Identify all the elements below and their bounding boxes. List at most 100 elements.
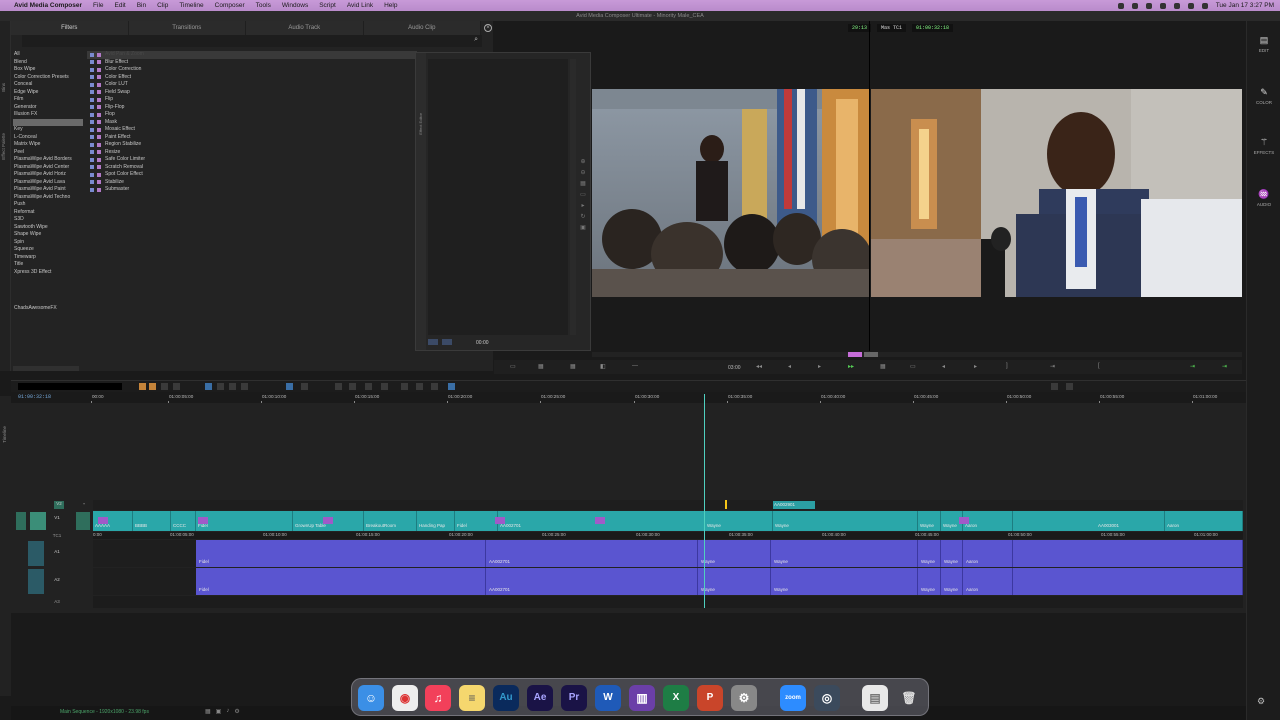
- clip-v1[interactable]: [364, 511, 417, 531]
- search-icon[interactable]: ⌕: [474, 36, 478, 44]
- effect-icon[interactable]: [959, 517, 969, 524]
- excel-icon[interactable]: X: [663, 685, 689, 711]
- close-icon[interactable]: ×: [484, 24, 492, 32]
- effect-icon[interactable]: [495, 517, 505, 524]
- track-a3-label[interactable]: A3: [48, 599, 66, 604]
- tool-button[interactable]: [241, 383, 248, 390]
- category-item[interactable]: S3D: [13, 216, 83, 224]
- rewind-icon[interactable]: ◂◂: [756, 363, 762, 370]
- split-icon[interactable]: ◧: [600, 363, 606, 370]
- audio-clip[interactable]: Wayne: [698, 540, 771, 567]
- quicktime-icon[interactable]: ◎: [814, 685, 840, 711]
- source-menu-icon[interactable]: ▭: [510, 363, 516, 370]
- clip-v1[interactable]: [1165, 511, 1243, 531]
- overwrite-icon[interactable]: ⇥: [1222, 363, 1227, 370]
- track-monitor-v1[interactable]: [16, 512, 26, 530]
- audio-clip[interactable]: Fidel: [196, 540, 486, 567]
- clip-v1[interactable]: [455, 511, 498, 531]
- tool-button[interactable]: [448, 383, 455, 390]
- search-icon[interactable]: [1187, 2, 1194, 9]
- timeline-ruler[interactable]: 00:00 01:00:05:00 01:00:10:00 01:00:15:00 01…: [91, 394, 1242, 404]
- category-item[interactable]: Peel: [13, 149, 83, 157]
- track-v1-source[interactable]: [30, 512, 46, 530]
- control-center-icon[interactable]: [1201, 2, 1208, 9]
- category-item[interactable]: Push: [13, 201, 83, 209]
- menu-clip[interactable]: Clip: [157, 2, 168, 9]
- settings-icon[interactable]: ⚙: [234, 708, 239, 715]
- effect-item[interactable]: Submaster: [87, 186, 417, 194]
- grid-icon[interactable]: ▦: [880, 363, 886, 370]
- status-icon[interactable]: [1145, 2, 1152, 9]
- tool-button[interactable]: [349, 383, 356, 390]
- notes-icon[interactable]: ≡: [459, 685, 485, 711]
- category-item[interactable]: PlasmaWipe Avid Horiz: [13, 171, 83, 179]
- effect-item[interactable]: Color Effect: [87, 74, 417, 82]
- menu-timeline[interactable]: Timeline: [179, 2, 203, 9]
- clip-v1[interactable]: [1013, 511, 1165, 531]
- track-a1-source[interactable]: [28, 541, 44, 566]
- timecode-mode[interactable]: Mas TC1: [877, 24, 907, 32]
- next-edit-icon[interactable]: ▸: [974, 363, 977, 370]
- bins-tab[interactable]: Bins: [1, 83, 6, 92]
- loop-icon[interactable]: ↻: [578, 213, 588, 220]
- music-icon[interactable]: ♫: [425, 685, 451, 711]
- trash-icon[interactable]: 🗑: [896, 685, 922, 711]
- category-item[interactable]: PlasmaWipe Avid Techno: [13, 194, 83, 202]
- tool-button[interactable]: [335, 383, 342, 390]
- category-item[interactable]: Xpress 3D Effect: [13, 269, 83, 277]
- category-item[interactable]: PlasmaWipe Avid Paint: [13, 186, 83, 194]
- tool-button[interactable]: [431, 383, 438, 390]
- tool-button[interactable]: [173, 383, 180, 390]
- effect-item[interactable]: Resize: [87, 149, 417, 157]
- category-item[interactable]: Color Correction Presets: [13, 74, 83, 82]
- fit-icon[interactable]: ▭: [578, 191, 588, 198]
- effect-icon[interactable]: [595, 517, 605, 524]
- mark-out-icon[interactable]: ]: [1006, 363, 1008, 369]
- clip-v1[interactable]: [133, 511, 171, 531]
- palette-search-field[interactable]: ⌕: [22, 35, 482, 47]
- category-item[interactable]: PlasmaWipe Avid Lava: [13, 179, 83, 187]
- clip-v1[interactable]: [171, 511, 196, 531]
- record-monitor[interactable]: [871, 89, 1242, 297]
- tool-button[interactable]: [161, 383, 168, 390]
- track-v1[interactable]: AAAAA BBBB CCCC Fidel GrownUp Table BreakoutR…: [93, 511, 1243, 531]
- effect-item[interactable]: Stabilize: [87, 179, 417, 187]
- effect-icon[interactable]: [323, 517, 333, 524]
- category-item[interactable]: Box Wipe: [13, 66, 83, 74]
- menu-composer[interactable]: Composer: [215, 2, 245, 9]
- clip-v1[interactable]: [918, 511, 941, 531]
- lift-icon[interactable]: ⇥: [1050, 363, 1055, 370]
- clip-v2[interactable]: AA002901: [773, 501, 815, 509]
- tool-button[interactable]: [286, 383, 293, 390]
- audio-clip[interactable]: Wayne: [698, 568, 771, 595]
- effect-icon[interactable]: [98, 517, 108, 524]
- monitor-icon[interactable]: ▣: [216, 708, 222, 715]
- workspace-audio[interactable]: ♒ AUDIO: [1247, 189, 1280, 207]
- category-item[interactable]: Timewarp: [13, 254, 83, 262]
- menu-file[interactable]: File: [93, 2, 103, 9]
- tool-button[interactable]: [149, 383, 156, 390]
- menu-edit[interactable]: Edit: [115, 2, 126, 9]
- menu-windows[interactable]: Windows: [282, 2, 308, 9]
- effect-item[interactable]: Paint Effect: [87, 134, 417, 142]
- category-item[interactable]: Reformat: [13, 209, 83, 217]
- tool-button[interactable]: [401, 383, 408, 390]
- tab-transitions[interactable]: Transitions: [129, 21, 246, 35]
- splice-icon[interactable]: ⇥: [1190, 363, 1195, 370]
- tool-button[interactable]: [365, 383, 372, 390]
- menu-app-name[interactable]: Avid Media Composer: [14, 2, 82, 9]
- category-item-custom[interactable]: ChadsAwesomeFX: [14, 305, 57, 311]
- category-item[interactable]: Title: [13, 261, 83, 269]
- tool-button[interactable]: [301, 383, 308, 390]
- zoom-out-icon[interactable]: ⊖: [578, 169, 588, 176]
- position-bar[interactable]: [592, 352, 1242, 357]
- tool-button[interactable]: [205, 383, 212, 390]
- effect-item[interactable]: Region Stabilize: [87, 141, 417, 149]
- word-icon[interactable]: W: [595, 685, 621, 711]
- tool-button[interactable]: [1066, 383, 1073, 390]
- audio-clip[interactable]: [1013, 568, 1243, 595]
- workspace-effects[interactable]: ⚚ EFFECTS: [1247, 137, 1280, 155]
- effect-item[interactable]: Avid Pan & Zoom: [87, 51, 417, 59]
- grid-icon[interactable]: ▦: [578, 180, 588, 187]
- effect-item[interactable]: Blur Effect: [87, 59, 417, 67]
